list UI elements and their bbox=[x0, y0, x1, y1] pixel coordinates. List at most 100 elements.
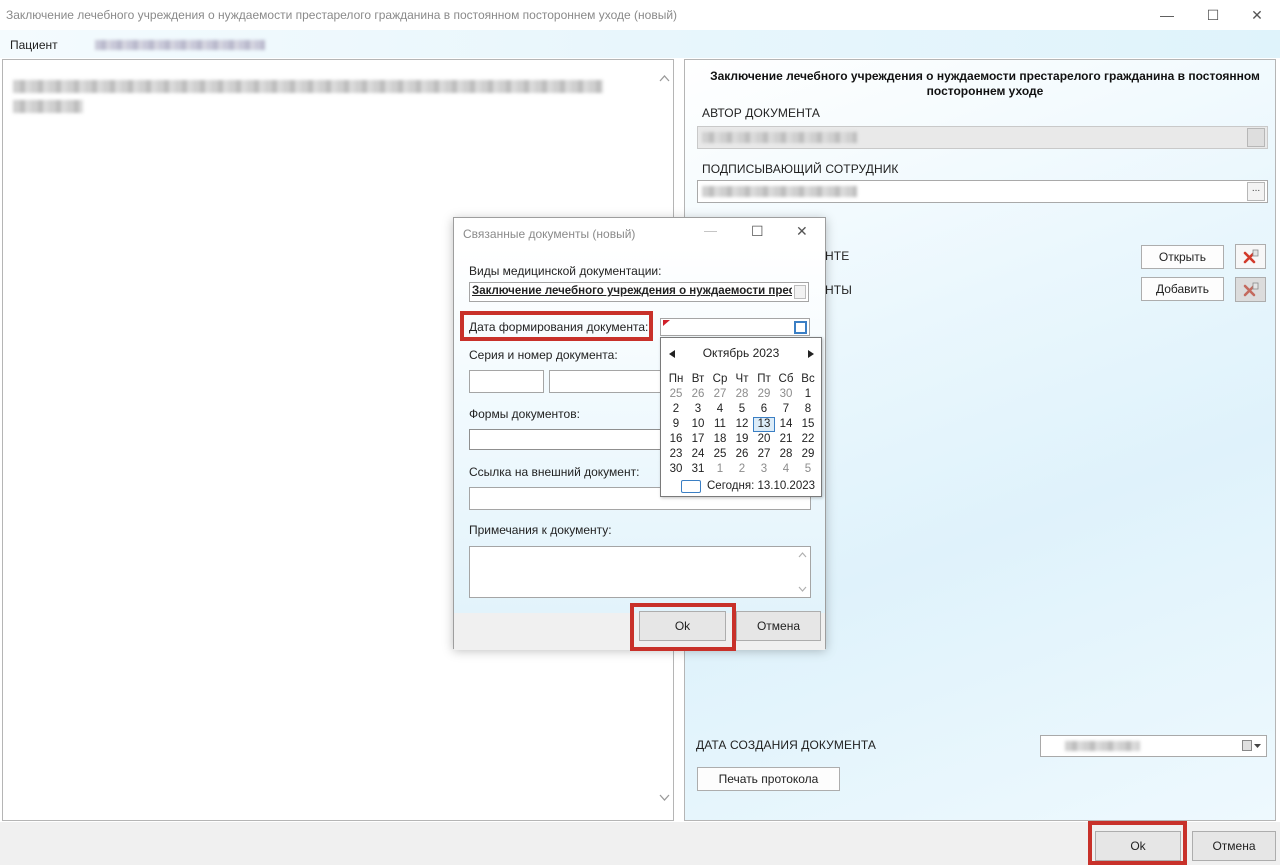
calendar-day[interactable]: 10 bbox=[687, 417, 709, 432]
dropdown-calendar-icon[interactable] bbox=[1242, 740, 1262, 752]
weekday-header: Вт bbox=[691, 373, 705, 385]
calendar-day[interactable]: 28 bbox=[731, 387, 753, 402]
calendar-day[interactable]: 12 bbox=[731, 417, 753, 432]
dialog-minimize-icon[interactable]: — bbox=[704, 223, 717, 238]
related-docs-label-2: НТЫ bbox=[825, 283, 852, 297]
calendar-toggle-icon[interactable] bbox=[794, 321, 807, 334]
calendar-day[interactable]: 20 bbox=[753, 432, 775, 447]
calendar-day[interactable]: 24 bbox=[687, 447, 709, 462]
calendar-day[interactable]: 5 bbox=[731, 402, 753, 417]
close-icon: ✕ bbox=[1251, 6, 1263, 23]
notes-textarea[interactable] bbox=[469, 546, 811, 598]
dialog-title: Связанные документы (новый) bbox=[463, 227, 636, 241]
dialog-close-icon[interactable]: ✕ bbox=[796, 223, 808, 240]
date-input[interactable] bbox=[660, 318, 810, 336]
calendar-day[interactable]: 19 bbox=[731, 432, 753, 447]
print-protocol-button[interactable]: Печать протокола bbox=[697, 767, 840, 791]
weekday-header: Пн bbox=[668, 373, 684, 385]
add-button[interactable]: Добавить bbox=[1141, 277, 1224, 301]
calendar-day[interactable]: 30 bbox=[775, 387, 797, 402]
maximize-button[interactable]: ☐ bbox=[1190, 0, 1236, 30]
patient-bar: Пациент bbox=[0, 30, 1280, 58]
doc-type-dropdown-icon[interactable] bbox=[794, 285, 806, 299]
calendar-day[interactable]: 13 bbox=[753, 417, 775, 432]
notes-scroll-up-icon[interactable] bbox=[798, 552, 807, 558]
calendar-day[interactable]: 21 bbox=[775, 432, 797, 447]
scroll-up-icon[interactable] bbox=[659, 74, 670, 82]
calendar-day[interactable]: 15 bbox=[797, 417, 819, 432]
weekday-header: Сб bbox=[778, 373, 794, 385]
calendar-day[interactable]: 23 bbox=[665, 447, 687, 462]
author-select-button bbox=[1247, 128, 1265, 147]
dialog-cancel-button[interactable]: Отмена bbox=[736, 611, 821, 641]
close-button[interactable]: ✕ bbox=[1234, 0, 1280, 30]
calendar-day[interactable]: 22 bbox=[797, 432, 819, 447]
calendar-day[interactable]: 28 bbox=[775, 447, 797, 462]
calendar-day[interactable]: 4 bbox=[709, 402, 731, 417]
creation-date-field[interactable] bbox=[1040, 735, 1267, 757]
forms-label: Формы документов: bbox=[469, 407, 580, 421]
calendar-day[interactable]: 26 bbox=[687, 387, 709, 402]
calendar-day[interactable]: 27 bbox=[753, 447, 775, 462]
forms-select[interactable] bbox=[469, 429, 661, 450]
minimize-button[interactable]: — bbox=[1144, 0, 1190, 30]
calendar-day[interactable]: 3 bbox=[753, 462, 775, 477]
series-input[interactable] bbox=[469, 370, 544, 393]
calendar-day[interactable]: 3 bbox=[687, 402, 709, 417]
delete-icon bbox=[1243, 249, 1258, 263]
calendar-day[interactable]: 29 bbox=[753, 387, 775, 402]
series-label: Серия и номер документа: bbox=[469, 348, 618, 362]
window-title: Заключение лечебного учреждения о нуждае… bbox=[6, 8, 678, 22]
ok-button[interactable]: Ok bbox=[1095, 831, 1181, 861]
calendar-day[interactable]: 16 bbox=[665, 432, 687, 447]
next-month-icon[interactable] bbox=[808, 350, 814, 358]
calendar-day[interactable]: 25 bbox=[709, 447, 731, 462]
calendar-day[interactable]: 25 bbox=[665, 387, 687, 402]
number-input[interactable] bbox=[549, 370, 661, 393]
calendar-day[interactable]: 4 bbox=[775, 462, 797, 477]
calendar-day[interactable]: 31 bbox=[687, 462, 709, 477]
calendar-day[interactable]: 2 bbox=[665, 402, 687, 417]
calendar-day[interactable]: 14 bbox=[775, 417, 797, 432]
calendar-day[interactable]: 26 bbox=[731, 447, 753, 462]
today-link[interactable]: Сегодня: 13.10.2023 bbox=[707, 480, 815, 492]
signer-select-button[interactable]: ... bbox=[1247, 182, 1265, 201]
dialog-ok-button[interactable]: Ok bbox=[639, 611, 726, 641]
doc-type-select[interactable]: Заключение лечебного учреждения о нуждае… bbox=[469, 282, 809, 302]
calendar-day[interactable]: 6 bbox=[753, 402, 775, 417]
minimize-icon: — bbox=[1160, 7, 1174, 23]
calendar-day[interactable]: 1 bbox=[709, 462, 731, 477]
weekday-header: Чт bbox=[735, 373, 749, 385]
delete-icon bbox=[1243, 282, 1258, 296]
window-title-bar: Заключение лечебного учреждения о нуждае… bbox=[0, 0, 1280, 30]
delete-button-disabled[interactable] bbox=[1235, 277, 1266, 302]
cancel-button[interactable]: Отмена bbox=[1192, 831, 1276, 861]
signer-value-redacted bbox=[702, 186, 857, 197]
calendar-day[interactable]: 7 bbox=[775, 402, 797, 417]
calendar-day[interactable]: 9 bbox=[665, 417, 687, 432]
signer-field[interactable]: ... bbox=[697, 180, 1268, 203]
author-label: АВТОР ДОКУМЕНТА bbox=[702, 106, 820, 120]
scroll-down-icon[interactable] bbox=[659, 794, 670, 802]
calendar-day[interactable]: 17 bbox=[687, 432, 709, 447]
calendar-month[interactable]: Октябрь 2023 bbox=[661, 346, 821, 360]
calendar-day[interactable]: 1 bbox=[797, 387, 819, 402]
calendar-day[interactable]: 27 bbox=[709, 387, 731, 402]
notes-scroll-down-icon[interactable] bbox=[798, 586, 807, 592]
patient-label: Пациент bbox=[10, 38, 58, 52]
open-button[interactable]: Открыть bbox=[1141, 245, 1224, 269]
patient-name-redacted bbox=[95, 40, 265, 50]
calendar-day[interactable]: 2 bbox=[731, 462, 753, 477]
calendar-day[interactable]: 8 bbox=[797, 402, 819, 417]
calendar-day[interactable]: 11 bbox=[709, 417, 731, 432]
dialog-maximize-icon[interactable]: ☐ bbox=[751, 223, 764, 240]
calendar-grid: Пн Вт Ср Чт Пт Сб Вс 25 26 27 28 29 30 1 2 3 4 5 6 7 8 9 10 11 1… bbox=[665, 372, 819, 477]
calendar-day[interactable]: 18 bbox=[709, 432, 731, 447]
calendar-day[interactable]: 5 bbox=[797, 462, 819, 477]
calendar-day[interactable]: 29 bbox=[797, 447, 819, 462]
required-field-marker-icon bbox=[663, 320, 670, 326]
delete-button[interactable] bbox=[1235, 244, 1266, 269]
calendar-day[interactable]: 30 bbox=[665, 462, 687, 477]
maximize-icon: ☐ bbox=[1206, 6, 1220, 23]
signer-label: ПОДПИСЫВАЮЩИЙ СОТРУДНИК bbox=[702, 162, 899, 176]
